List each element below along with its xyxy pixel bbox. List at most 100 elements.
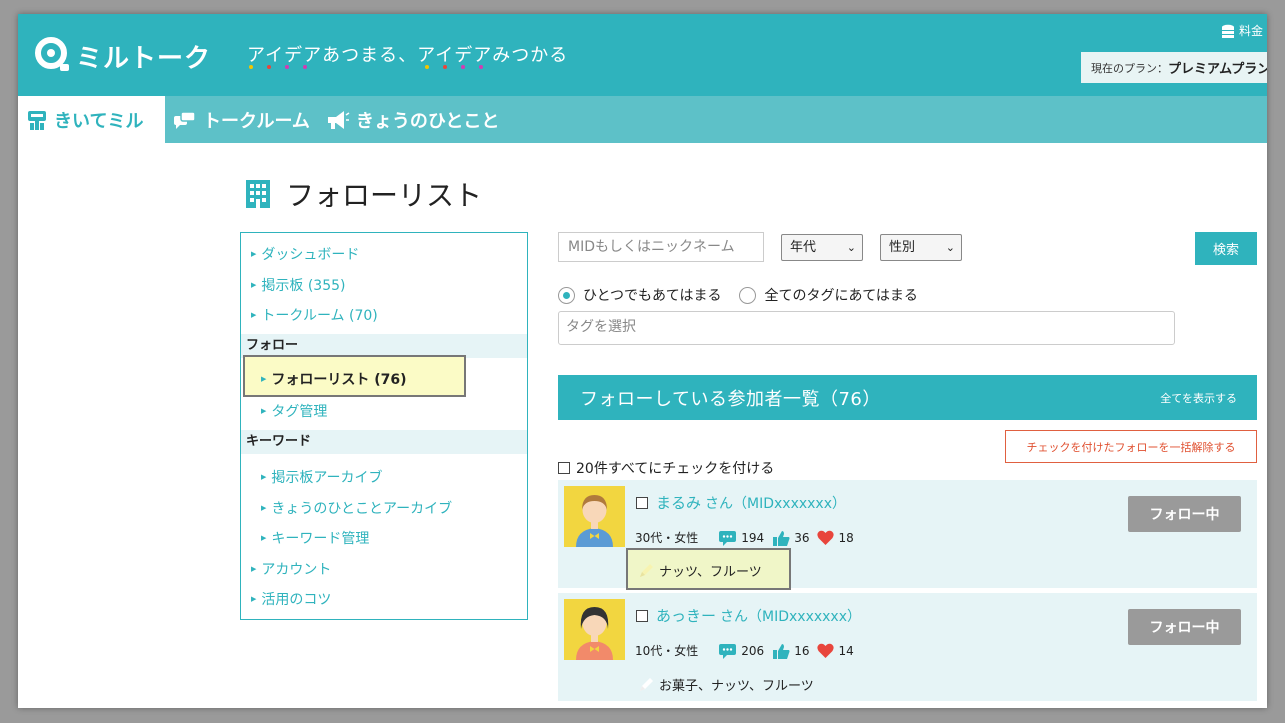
chevron-down-icon: ⌄ xyxy=(945,241,955,254)
mid-nickname-input[interactable]: MIDもしくはニックネーム xyxy=(558,232,764,262)
search-button[interactable]: 検索 xyxy=(1195,232,1257,265)
radio-any-label: ひとつでもあてはまる xyxy=(583,288,722,304)
sidebar-item-tips[interactable]: ▶ 活用のコツ xyxy=(251,589,331,609)
bullet-triangle-icon: ▶ xyxy=(261,534,267,542)
sidebar-item-talkroom[interactable]: ▶ トークルーム (70) xyxy=(251,305,378,325)
bullet-triangle-icon: ▶ xyxy=(251,281,257,289)
bullet-triangle-icon: ▶ xyxy=(251,311,257,319)
radio-any-tag[interactable] xyxy=(558,286,575,304)
age-select[interactable]: 年代 ⌄ xyxy=(781,234,863,261)
sidebar-item-keyword-management[interactable]: ▶ キーワード管理 xyxy=(261,528,369,548)
member-profile: 10代・女性 xyxy=(635,644,699,658)
tab-kyounohitokoto[interactable]: きょうのひとこと xyxy=(318,96,507,143)
megaphone-icon xyxy=(327,110,350,129)
sidebar-item-label: 活用のコツ xyxy=(261,592,332,608)
posts-count: 206 xyxy=(741,643,765,658)
site-logo[interactable]: ミルトーク xyxy=(34,34,211,78)
hearts-count: 18 xyxy=(838,530,854,545)
tagline-dots-right xyxy=(425,65,483,69)
member-checkbox[interactable] xyxy=(636,609,648,622)
bullet-triangle-icon: ▶ xyxy=(261,473,267,481)
chevron-down-icon: ⌄ xyxy=(846,241,856,254)
bullet-triangle-icon: ▶ xyxy=(251,565,257,573)
plan-label: 現在のプラン： xyxy=(1091,61,1168,75)
comment-icon xyxy=(719,643,737,659)
tag-match-radio-group: ひとつでもあてはまる 全てのタグにあてはまる xyxy=(558,285,918,305)
tagline-dot xyxy=(479,65,483,69)
bullet-triangle-icon: ▶ xyxy=(251,595,257,603)
member-meta: 30代・女性 194 36 18 xyxy=(635,529,854,546)
sidebar-item-label: トークルーム (70) xyxy=(261,308,378,324)
gender-select-value: 性別 xyxy=(889,240,916,255)
sidebar-item-follow-list-highlight: ▶ フォローリスト (76) xyxy=(243,355,466,397)
sidebar-item-dashboard[interactable]: ▶ ダッシュボード xyxy=(251,244,359,264)
member-card: まるみ さん（MIDxxxxxxx） 30代・女性 194 36 18 ナッツ、… xyxy=(558,480,1257,590)
tab-label: トークルーム xyxy=(203,110,310,132)
signboard-icon xyxy=(28,110,46,130)
member-meta: 10代・女性 206 16 14 xyxy=(635,642,854,659)
follow-list-header: フォローしている参加者一覧（76） 全てを表示する xyxy=(558,375,1257,420)
radio-all-tags[interactable] xyxy=(739,286,757,304)
sidebar-item-board-archive[interactable]: ▶ 掲示板アーカイブ xyxy=(261,467,383,487)
thumbs-up-icon xyxy=(773,530,790,546)
comment-icon xyxy=(719,530,737,546)
browser-page: ミルトーク アイデアあつまる、アイデアみつかる 料金 現在のプラン： プレミアム… xyxy=(18,14,1267,708)
following-button[interactable]: フォロー中 xyxy=(1128,496,1241,532)
member-tags: ナッツ、フルーツ xyxy=(638,561,762,580)
sidebar-section-keyword: キーワード xyxy=(241,430,527,454)
site-header: ミルトーク アイデアあつまる、アイデアみつかる 料金 現在のプラン： プレミアム… xyxy=(18,14,1267,96)
sidebar-item-account[interactable]: ▶ アカウント xyxy=(251,559,331,579)
coins-icon xyxy=(1221,24,1234,38)
tagline-dot xyxy=(425,65,429,69)
tagline-dot xyxy=(267,65,271,69)
tag-select-input[interactable]: タグを選択 xyxy=(558,311,1175,345)
age-select-value: 年代 xyxy=(790,240,817,255)
current-plan-box: 現在のプラン： プレミアムプラン xyxy=(1081,52,1267,83)
gender-select[interactable]: 性別 ⌄ xyxy=(880,234,962,261)
tab-kiitemiru[interactable]: きいてミル xyxy=(18,96,165,143)
heart-icon xyxy=(817,530,835,545)
sidebar-item-label: きょうのひとことアーカイブ xyxy=(271,501,453,517)
fee-link[interactable]: 料金 xyxy=(1221,22,1263,39)
tagline-dot xyxy=(443,65,447,69)
radio-all-label: 全てのタグにあてはまる xyxy=(764,288,918,304)
bullet-triangle-icon: ▶ xyxy=(261,375,267,383)
member-name-link[interactable]: あっきー xyxy=(656,605,716,626)
tab-label: きいてミル xyxy=(54,110,144,132)
pencil-icon xyxy=(640,677,653,691)
likes-count: 36 xyxy=(794,530,810,545)
tagline-dot xyxy=(249,65,253,69)
logo-text: ミルトーク xyxy=(76,43,212,74)
member-checkbox[interactable] xyxy=(636,496,648,509)
show-all-link[interactable]: 全てを表示する xyxy=(1160,390,1237,406)
member-mid: さん（MIDxxxxxxx） xyxy=(720,608,861,625)
tagline-dot xyxy=(285,65,289,69)
member-tags: お菓子、ナッツ、フルーツ xyxy=(638,675,814,694)
sidebar-item-tag-management[interactable]: ▶ タグ管理 xyxy=(261,401,327,421)
tagline-dots-left xyxy=(249,65,307,69)
hearts-stat: 18 xyxy=(817,530,854,545)
bulk-unfollow-button[interactable]: チェックを付けたフォローを一括解除する xyxy=(1005,430,1257,463)
member-profile: 30代・女性 xyxy=(635,531,699,545)
avatar xyxy=(564,486,625,547)
check-all-label: 20件すべてにチェックを付ける xyxy=(576,461,775,477)
tab-talkroom[interactable]: トークルーム xyxy=(165,96,318,143)
sidebar-item-hitokoto-archive[interactable]: ▶ きょうのひとことアーカイブ xyxy=(261,498,452,518)
tab-label: きょうのひとこと xyxy=(355,110,500,132)
sidebar-item-board[interactable]: ▶ 掲示板 (355) xyxy=(251,275,346,295)
tagline-dot xyxy=(303,65,307,69)
main-nav: きいてミル トークルーム きょうのひとこと xyxy=(18,96,1267,143)
sidebar-item-follow-list[interactable]: ▶ フォローリスト (76) xyxy=(261,369,407,389)
page-title-text: フォローリスト xyxy=(286,179,483,212)
bullet-triangle-icon: ▶ xyxy=(261,407,267,415)
building-icon xyxy=(246,180,270,208)
member-name-link[interactable]: まるみ xyxy=(656,492,701,513)
bullet-triangle-icon: ▶ xyxy=(251,250,257,258)
following-button[interactable]: フォロー中 xyxy=(1128,609,1241,645)
member-tags-highlight: ナッツ、フルーツ xyxy=(626,548,791,590)
check-all-checkbox[interactable] xyxy=(558,462,570,474)
chat-bubbles-icon xyxy=(174,110,196,129)
magnifier-logo-icon xyxy=(35,37,69,71)
member-tags-text: ナッツ、フルーツ xyxy=(659,565,762,580)
member-name-row: あっきー さん（MIDxxxxxxx） xyxy=(636,605,861,626)
